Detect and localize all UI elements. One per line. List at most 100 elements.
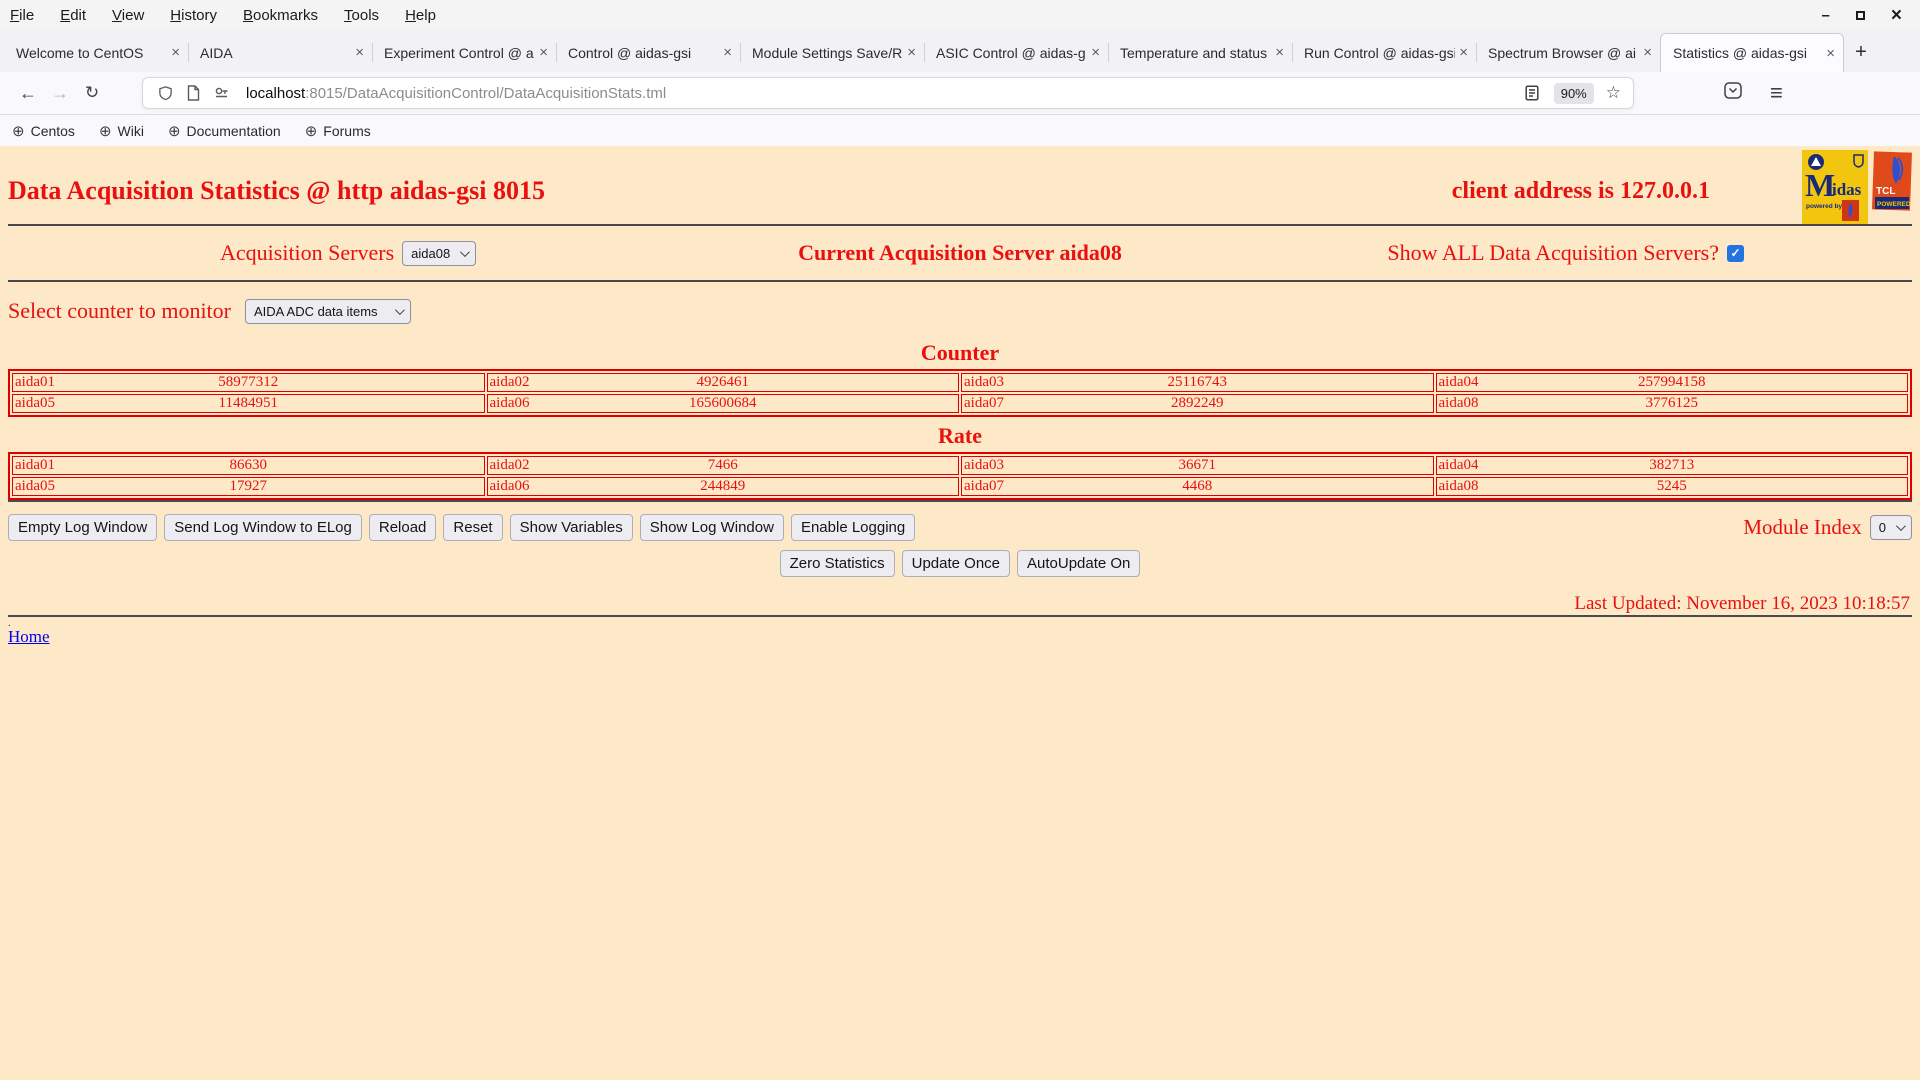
home-link-row: Home bbox=[8, 627, 1912, 647]
tab-temperature-status[interactable]: Temperature and status bbox=[1108, 33, 1292, 72]
enable-logging-button[interactable]: Enable Logging bbox=[790, 514, 916, 541]
module-index-select[interactable]: 0 bbox=[1869, 515, 1912, 540]
zero-statistics-button[interactable]: Zero Statistics bbox=[779, 550, 895, 577]
bookmarks-toolbar: Centos Wiki Documentation Forums bbox=[0, 115, 1920, 146]
tab-welcome-to-centos[interactable]: Welcome to CentOS bbox=[4, 33, 188, 72]
close-icon[interactable] bbox=[1459, 44, 1468, 61]
url-text[interactable]: localhost:8015/DataAcquisitionControl/Da… bbox=[246, 85, 1518, 102]
close-icon[interactable] bbox=[1091, 44, 1100, 61]
show-all-label: Show ALL Data Acquisition Servers? bbox=[1387, 240, 1719, 265]
tab-module-settings[interactable]: Module Settings Save/R bbox=[740, 33, 924, 72]
hamburger-menu-icon[interactable] bbox=[1770, 80, 1783, 106]
forward-icon[interactable] bbox=[44, 83, 76, 104]
svg-text:TCL: TCL bbox=[1876, 186, 1895, 197]
menu-history[interactable]: History bbox=[170, 7, 217, 24]
show-all-checkbox[interactable] bbox=[1727, 244, 1744, 262]
action-buttons-row: Zero Statistics Update Once AutoUpdate O… bbox=[8, 550, 1912, 577]
bookmark-label: Forums bbox=[323, 122, 371, 139]
acquisition-server-select[interactable]: aida08 bbox=[402, 240, 477, 266]
client-address: client address is 127.0.0.1 bbox=[1451, 178, 1710, 204]
maximize-button[interactable] bbox=[1855, 10, 1865, 20]
empty-log-window-button[interactable]: Empty Log Window bbox=[8, 514, 158, 541]
bookmark-wiki[interactable]: Wiki bbox=[99, 122, 144, 140]
rate-cell: aida01 86630 bbox=[12, 456, 485, 475]
reader-mode-icon[interactable] bbox=[1525, 85, 1539, 101]
reload-button[interactable]: Reload bbox=[368, 514, 437, 541]
home-link[interactable]: Home bbox=[8, 627, 50, 646]
tab-run-control[interactable]: Run Control @ aidas-gsi bbox=[1292, 33, 1476, 72]
tab-label: AIDA bbox=[200, 44, 233, 61]
show-log-window-button[interactable]: Show Log Window bbox=[639, 514, 784, 541]
zoom-level-badge[interactable]: 90% bbox=[1553, 82, 1594, 104]
menu-bookmarks[interactable]: Bookmarks bbox=[243, 7, 318, 24]
chevron-down-icon bbox=[394, 304, 405, 315]
update-once-button[interactable]: Update Once bbox=[901, 550, 1010, 577]
close-icon[interactable] bbox=[1275, 44, 1284, 61]
send-log-to-elog-button[interactable]: Send Log Window to ELog bbox=[164, 514, 362, 541]
svg-text:idas: idas bbox=[1832, 180, 1862, 199]
close-icon[interactable] bbox=[1643, 44, 1652, 61]
rate-cell: aida05 17927 bbox=[12, 477, 485, 496]
divider bbox=[8, 500, 1912, 502]
counter-monitor-select[interactable]: AIDA ADC data items bbox=[245, 298, 411, 324]
site-identity-icon[interactable] bbox=[214, 86, 229, 100]
show-variables-button[interactable]: Show Variables bbox=[509, 514, 633, 541]
tab-control-aidas-gsi[interactable]: Control @ aidas-gsi bbox=[556, 33, 740, 72]
autoupdate-on-button[interactable]: AutoUpdate On bbox=[1017, 550, 1141, 577]
current-server-label: Current Acquisition Server aida08 bbox=[798, 240, 1122, 265]
tab-label: Welcome to CentOS bbox=[16, 44, 144, 61]
bookmark-centos[interactable]: Centos bbox=[12, 122, 75, 140]
acquisition-servers-label: Acquisition Servers bbox=[220, 240, 395, 265]
close-icon[interactable] bbox=[907, 44, 916, 61]
tab-label: Experiment Control @ a bbox=[384, 44, 534, 61]
svg-text:POWERED: POWERED bbox=[1877, 201, 1911, 208]
tab-spectrum-browser[interactable]: Spectrum Browser @ ai bbox=[1476, 33, 1660, 72]
back-icon[interactable] bbox=[12, 83, 44, 104]
rate-cell: aida04 382713 bbox=[1435, 456, 1908, 475]
rate-cell: aida03 36671 bbox=[961, 456, 1434, 475]
bookmark-documentation[interactable]: Documentation bbox=[168, 122, 281, 140]
counter-cell: aida03 25116743 bbox=[961, 373, 1434, 392]
url-host: localhost bbox=[246, 84, 306, 102]
window-controls bbox=[1822, 6, 1910, 25]
tab-label: Temperature and status bbox=[1120, 44, 1268, 61]
logos: M idas powered by TCL POWERED bbox=[1802, 150, 1912, 224]
menu-edit[interactable]: Edit bbox=[60, 7, 86, 24]
close-icon[interactable] bbox=[539, 44, 548, 61]
menu-view[interactable]: View bbox=[112, 7, 144, 24]
close-icon[interactable] bbox=[723, 44, 732, 61]
tab-label: ASIC Control @ aidas-g bbox=[936, 44, 1086, 61]
new-tab-button[interactable] bbox=[1844, 33, 1878, 72]
url-path: :8015/DataAcquisitionControl/DataAcquisi… bbox=[305, 84, 667, 102]
minimize-button[interactable] bbox=[1822, 8, 1830, 23]
rate-cell: aida08 5245 bbox=[1435, 477, 1908, 496]
midas-logo: M idas powered by bbox=[1802, 150, 1868, 224]
dot-text: . bbox=[8, 617, 11, 629]
selected-module-index: 0 bbox=[1878, 520, 1886, 535]
shield-icon[interactable] bbox=[158, 85, 173, 101]
tab-statistics-active[interactable]: Statistics @ aidas-gsi bbox=[1660, 33, 1844, 72]
tab-label: Spectrum Browser @ ai bbox=[1488, 44, 1637, 61]
bookmark-star-icon[interactable] bbox=[1606, 83, 1621, 103]
page-info-icon[interactable] bbox=[187, 85, 200, 101]
url-bar[interactable]: localhost:8015/DataAcquisitionControl/Da… bbox=[142, 77, 1634, 109]
tab-aida[interactable]: AIDA bbox=[188, 33, 372, 72]
close-icon[interactable] bbox=[1826, 45, 1835, 62]
pocket-icon[interactable] bbox=[1724, 82, 1742, 104]
close-icon[interactable] bbox=[171, 44, 180, 61]
bookmark-label: Documentation bbox=[186, 122, 281, 139]
menu-file[interactable]: File bbox=[10, 7, 34, 24]
counter-table: aida01 58977312 aida02 4926461 aida03 25116… bbox=[8, 369, 1912, 417]
menu-help[interactable]: Help bbox=[405, 7, 436, 24]
tab-experiment-control[interactable]: Experiment Control @ a bbox=[372, 33, 556, 72]
last-updated-text: Last Updated: November 16, 2023 10:18:57 bbox=[1574, 593, 1910, 614]
close-window-button[interactable] bbox=[1891, 6, 1902, 25]
reset-button[interactable]: Reset bbox=[443, 514, 503, 541]
menu-tools[interactable]: Tools bbox=[344, 7, 379, 24]
tab-asic-control[interactable]: ASIC Control @ aidas-g bbox=[924, 33, 1108, 72]
divider bbox=[8, 615, 1912, 617]
reload-icon[interactable] bbox=[76, 83, 108, 103]
bookmark-forums[interactable]: Forums bbox=[305, 122, 371, 140]
close-icon[interactable] bbox=[355, 44, 364, 61]
log-buttons-row: Empty Log Window Send Log Window to ELog… bbox=[8, 514, 1912, 541]
